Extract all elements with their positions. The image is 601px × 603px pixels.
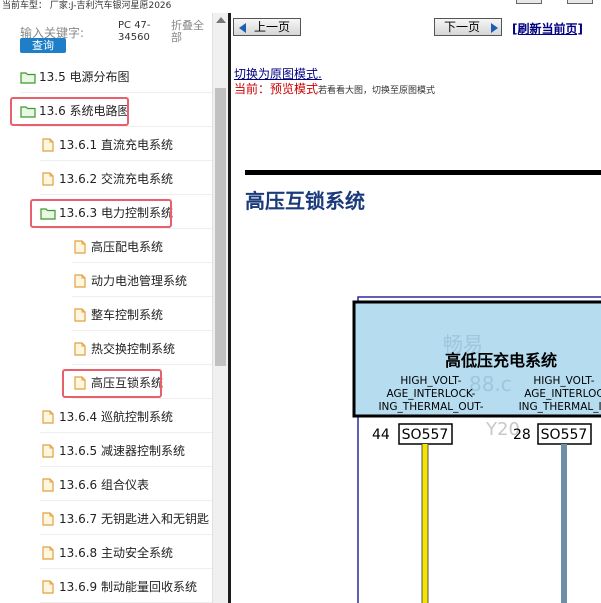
tree-item[interactable]: 13.6.5 减速器控制系统 — [40, 435, 212, 467]
next-page-label: 下一页 — [444, 20, 481, 34]
page-heading: 高压互锁系统 — [245, 189, 365, 213]
current-mode-line: 当前：预览模式若看看大图，切换至原图模式 — [234, 80, 435, 97]
tree-item[interactable]: 热交换控制系统 — [72, 333, 212, 365]
document-icon — [72, 273, 91, 288]
document-icon — [40, 443, 59, 458]
tree-item[interactable]: 高压配电系统 — [72, 231, 212, 263]
right-signal-line: HIGH_VOLT- — [533, 375, 594, 387]
highlight-frame — [62, 369, 163, 398]
current-vehicle-text: 当前车型： 厂家:J-吉利汽车银河星愿2026 — [2, 1, 172, 11]
model-code: PC 47-34560 — [118, 20, 151, 43]
catalog-tree-panel: 输入关键字: 查询 PC 47-34560 折叠全部 13.5 电源分布图 13.… — [0, 13, 212, 603]
tree-item-label: 13.6.1 直流充电系统 — [59, 138, 173, 152]
prev-page-button[interactable]: 上一页 — [233, 18, 301, 36]
arrow-left-icon — [239, 23, 246, 33]
left-signal-line: ING_THERMAL_OUT- — [378, 401, 483, 413]
tree-item-label: 高压配电系统 — [91, 240, 164, 254]
document-icon — [40, 137, 59, 152]
tree-item-label: 13.6.4 巡航控制系统 — [59, 410, 173, 424]
tree-item[interactable]: 13.5 电源分布图 — [20, 61, 212, 93]
document-icon — [40, 579, 59, 594]
tree-item-label: 13.6.5 减速器控制系统 — [59, 444, 185, 458]
current-mode-prefix: 当前： — [234, 82, 271, 96]
scrollbar-thumb[interactable] — [215, 88, 226, 366]
search-button[interactable]: 查询 — [20, 38, 66, 53]
document-icon — [40, 409, 59, 424]
highlight-frame — [30, 199, 172, 228]
arrow-right-icon — [491, 23, 498, 33]
right-signal-line: AGE_INTERLOC — [524, 388, 601, 400]
tree-item-label: 13.6.9 制动能量回收系统 — [59, 580, 197, 594]
tree-item[interactable]: 动力电池管理系统 — [72, 265, 212, 297]
tree-item-label: 动力电池管理系统 — [91, 274, 188, 288]
tree-item[interactable]: 13.6.6 组合仪表 — [40, 469, 212, 501]
tree-item-label: 13.6.2 交流充电系统 — [59, 172, 173, 186]
tree-item-label: 热交换控制系统 — [91, 342, 176, 356]
folder-open-icon — [20, 70, 39, 84]
right-pin-number: 28 — [513, 427, 531, 443]
left-pin-number: 44 — [372, 427, 390, 443]
right-signal-line: ING_THERMAL_IN — [519, 401, 601, 413]
circuit-diagram: 畅易 88.c Y20 高低压充电系统 HIGH_VOLT- AGE_INTER… — [352, 296, 601, 603]
tree-item-label: 13.5 电源分布图 — [39, 70, 130, 84]
document-icon — [40, 545, 59, 560]
tree-item[interactable]: 13.6.4 巡航控制系统 — [40, 401, 212, 433]
tree-item[interactable]: 13.6.1 直流充电系统 — [40, 129, 212, 161]
app-root: 当前车型： 厂家:J-吉利汽车银河星愿2026 输入关键字: 查询 PC 47-… — [0, 0, 601, 603]
highlight-frame — [10, 97, 129, 126]
document-icon — [72, 307, 91, 322]
search-area: 输入关键字: 查询 PC 47-34560 折叠全部 — [0, 13, 212, 59]
right-connector-label: SO557 — [541, 427, 588, 443]
current-mode-note: 若看看大图，切换至原图模式 — [318, 86, 436, 96]
tree-item-label: 整车控制系统 — [91, 308, 164, 322]
current-vehicle-bar: 当前车型： 厂家:J-吉利汽车银河星愿2026 — [0, 0, 601, 13]
next-page-button[interactable]: 下一页 — [434, 18, 502, 36]
prev-page-label: 上一页 — [254, 20, 291, 34]
tree-scrollbar[interactable] — [212, 13, 228, 603]
tree-item[interactable]: 13.6.8 主动安全系统 — [40, 537, 212, 569]
document-icon — [72, 341, 91, 356]
toolbar-stub-button[interactable] — [516, 0, 542, 4]
tree-item-label: 13.6.6 组合仪表 — [59, 478, 149, 492]
refresh-page-link[interactable]: [刷新当前页] — [512, 20, 583, 37]
heading-rule — [245, 170, 601, 175]
document-icon — [72, 239, 91, 254]
left-signal-line: HIGH_VOLT- — [400, 375, 461, 387]
document-icon — [40, 171, 59, 186]
left-signal-line: AGE_INTERLOCK- — [387, 388, 476, 400]
tree-item[interactable]: 13.6.9 制动能量回收系统 — [40, 571, 212, 603]
current-mode-value: 预览模式 — [270, 82, 319, 96]
tree-item-label: 13.6.7 无钥匙进入和无钥匙 — [59, 512, 209, 526]
component-title: 高低压充电系统 — [445, 351, 557, 370]
collapse-all-link[interactable]: 折叠全部 — [171, 20, 211, 44]
document-icon — [40, 477, 59, 492]
tree-item[interactable]: 13.6.7 无钥匙进入和无钥匙 — [40, 503, 212, 535]
toolbar-stub-button[interactable] — [567, 0, 593, 4]
scroll-up-icon[interactable] — [216, 17, 226, 23]
tree-item-label: 13.6.8 主动安全系统 — [59, 546, 173, 560]
tree-item[interactable]: 13.6.2 交流充电系统 — [40, 163, 212, 195]
circuit-content-panel: 上一页 下一页 [刷新当前页] 切换为原图模式. 当前：预览模式若看看大图，切换… — [228, 13, 601, 603]
tree-item[interactable]: 整车控制系统 — [72, 299, 212, 331]
left-connector-label: SO557 — [402, 427, 449, 443]
document-icon — [40, 511, 59, 526]
